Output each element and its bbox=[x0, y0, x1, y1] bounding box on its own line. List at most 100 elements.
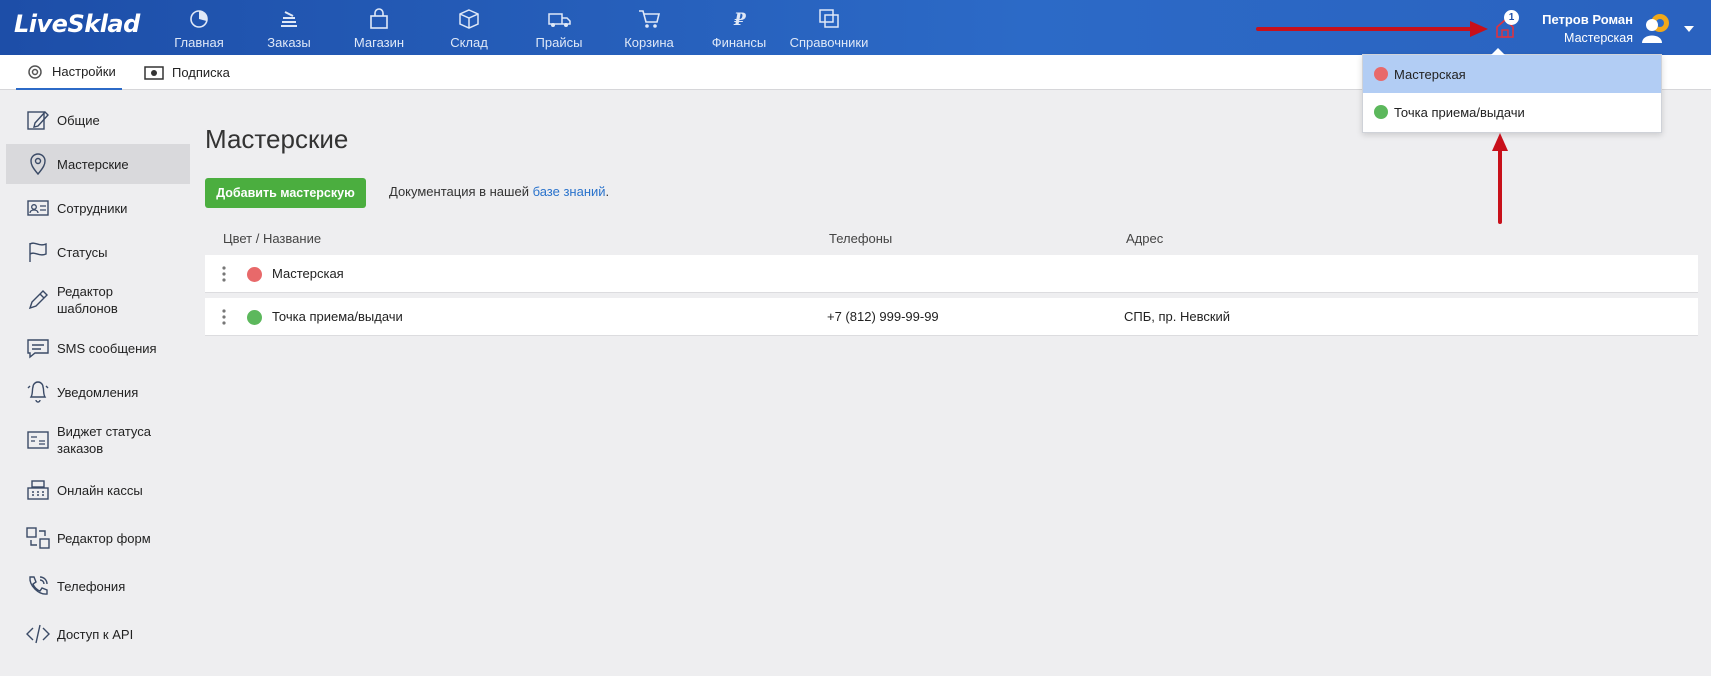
doc-prefix: Документация в нашей bbox=[389, 184, 533, 199]
nav-item-home[interactable]: Главная bbox=[154, 8, 244, 51]
sidebar-item-label: Доступ к API bbox=[57, 626, 134, 642]
cash-register-icon bbox=[27, 480, 49, 500]
cell-address: СПБ, пр. Невский bbox=[1124, 309, 1231, 324]
arrow-up-annotation bbox=[1492, 133, 1508, 224]
dropdown-item-label: Мастерская bbox=[1394, 66, 1466, 82]
code-icon bbox=[26, 624, 50, 644]
nav-item-shop[interactable]: Магазин bbox=[334, 8, 424, 51]
forms-icon bbox=[26, 527, 50, 549]
dropdown-item-label: Точка приема/выдачи bbox=[1394, 104, 1525, 120]
nav-item-references[interactable]: Справочники bbox=[784, 8, 874, 51]
tab-settings[interactable]: Настройки bbox=[16, 55, 122, 90]
sidebar-item-api-access[interactable]: Доступ к API bbox=[6, 612, 190, 656]
notification-badge: 1 bbox=[1504, 10, 1519, 25]
nav-label: Магазин bbox=[353, 35, 405, 50]
settings-sidebar: Общие Мастерские Сотрудники Статусы Реда… bbox=[0, 91, 195, 676]
drag-handle-icon[interactable] bbox=[222, 309, 226, 325]
cell-name: Мастерская bbox=[272, 266, 344, 281]
sidebar-item-template-editor[interactable]: Редактор шаблонов bbox=[6, 276, 190, 324]
sidebar-item-label: Виджет статуса заказов bbox=[57, 424, 152, 456]
sidebar-item-notifications[interactable]: Уведомления bbox=[6, 372, 190, 412]
flag-icon bbox=[29, 242, 47, 262]
sidebar-item-workshops[interactable]: Мастерские bbox=[6, 144, 190, 184]
nav-label: Главная bbox=[174, 35, 224, 50]
nav-label: Финансы bbox=[711, 35, 767, 50]
sidebar-item-label: Мастерские bbox=[57, 156, 129, 172]
truck-icon bbox=[548, 13, 571, 27]
tab-subscription[interactable]: Подписка bbox=[144, 55, 230, 90]
doc-suffix: . bbox=[605, 184, 610, 199]
sidebar-item-employees[interactable]: Сотрудники bbox=[6, 188, 190, 228]
add-workshop-button[interactable]: Добавить мастерскую bbox=[205, 178, 366, 208]
nav-item-orders[interactable]: Заказы bbox=[244, 8, 334, 51]
cart-icon bbox=[639, 10, 661, 28]
ruble-icon: ₽ bbox=[733, 10, 747, 30]
page-title: Мастерские bbox=[205, 124, 349, 154]
nav-item-cart[interactable]: Корзина bbox=[604, 8, 694, 51]
table-row[interactable]: Мастерская bbox=[205, 255, 1698, 293]
nav-label: Заказы bbox=[267, 35, 311, 50]
sidebar-item-label: Онлайн кассы bbox=[57, 482, 143, 498]
column-header-address[interactable]: Адрес bbox=[1126, 231, 1163, 246]
bell-icon bbox=[27, 381, 49, 403]
sidebar-item-label: SMS сообщения bbox=[57, 340, 157, 356]
color-dot bbox=[247, 267, 262, 282]
location-pin-icon bbox=[30, 153, 46, 176]
cell-phone: +7 (812) 999-99-99 bbox=[827, 309, 939, 324]
pen-icon bbox=[28, 290, 48, 310]
nav-label: Справочники bbox=[789, 35, 869, 50]
nav-item-warehouse[interactable]: Склад bbox=[424, 8, 514, 51]
sidebar-item-label: Общие bbox=[57, 112, 100, 128]
color-dot bbox=[1374, 105, 1388, 119]
color-dot bbox=[247, 310, 262, 325]
user-name[interactable]: Петров Роман bbox=[1542, 12, 1633, 27]
user-avatar-icon[interactable] bbox=[1640, 11, 1674, 45]
sidebar-item-label: Статусы bbox=[57, 244, 108, 260]
dropdown-caret bbox=[1491, 48, 1505, 55]
sidebar-item-label: Редактор форм bbox=[57, 530, 151, 546]
user-location[interactable]: Мастерская bbox=[1564, 31, 1633, 45]
sidebar-item-statuses[interactable]: Статусы bbox=[6, 232, 190, 272]
column-header-phones[interactable]: Телефоны bbox=[829, 231, 892, 246]
color-dot bbox=[1374, 67, 1388, 81]
nav-item-finance[interactable]: ₽ Финансы bbox=[694, 8, 784, 51]
dropdown-item-pickup-point[interactable]: Точка приема/выдачи bbox=[1363, 93, 1661, 131]
message-icon bbox=[27, 339, 49, 359]
sidebar-item-telephony[interactable]: Телефония bbox=[6, 564, 190, 608]
edit-icon bbox=[27, 110, 49, 130]
user-menu-caret-icon[interactable] bbox=[1684, 26, 1694, 32]
tab-subscription-label: Подписка bbox=[172, 65, 230, 80]
documentation-note: Документация в нашей базе знаний. bbox=[389, 184, 609, 199]
box-icon bbox=[459, 9, 479, 29]
nav-label: Корзина bbox=[624, 35, 674, 50]
orders-icon bbox=[281, 11, 297, 27]
shop-bag-icon bbox=[370, 8, 388, 29]
sidebar-item-label: Телефония bbox=[57, 578, 126, 594]
dropdown-item-workshop[interactable]: Мастерская bbox=[1363, 55, 1661, 93]
phone-icon bbox=[29, 576, 48, 595]
nav-label: Прайсы bbox=[535, 35, 583, 50]
sidebar-item-online-cash[interactable]: Онлайн кассы bbox=[6, 468, 190, 512]
cell-name: Точка приема/выдачи bbox=[272, 309, 403, 324]
svg-text:₽: ₽ bbox=[733, 10, 747, 30]
nav-item-prices[interactable]: Прайсы bbox=[514, 8, 604, 51]
table-row[interactable]: Точка приема/выдачи +7 (812) 999-99-99 С… bbox=[205, 298, 1698, 336]
money-icon bbox=[144, 65, 164, 80]
gear-icon bbox=[28, 64, 42, 79]
sidebar-item-label: Сотрудники bbox=[57, 200, 128, 216]
top-navigation-bar: LiveSklad Главная Заказы Магазин Склад П… bbox=[0, 0, 1711, 55]
sidebar-item-status-widget[interactable]: Виджет статуса заказов bbox=[6, 416, 190, 464]
copy-icon bbox=[819, 9, 839, 28]
sidebar-item-general[interactable]: Общие bbox=[6, 100, 190, 140]
nav-label: Склад bbox=[450, 35, 488, 50]
id-card-icon bbox=[27, 200, 49, 216]
sidebar-item-form-editor[interactable]: Редактор форм bbox=[6, 516, 190, 560]
sidebar-item-label: Редактор шаблонов bbox=[57, 284, 118, 316]
knowledge-base-link[interactable]: базе знаний bbox=[533, 184, 606, 199]
app-logo[interactable]: LiveSklad bbox=[14, 10, 140, 38]
widget-icon bbox=[27, 431, 49, 449]
column-header-name[interactable]: Цвет / Название bbox=[223, 231, 321, 246]
drag-handle-icon[interactable] bbox=[222, 266, 226, 282]
workshop-switcher-dropdown: Мастерская Точка приема/выдачи bbox=[1362, 48, 1662, 133]
sidebar-item-sms[interactable]: SMS сообщения bbox=[6, 328, 190, 368]
